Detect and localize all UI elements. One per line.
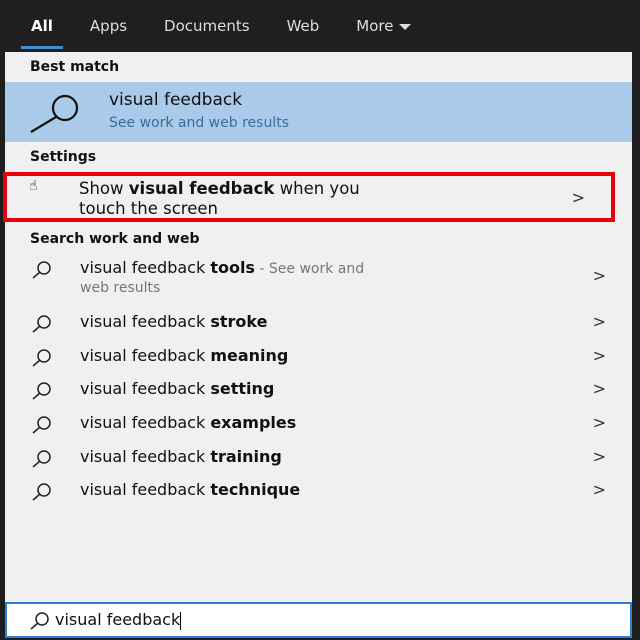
best-match-title: visual feedback (109, 90, 243, 110)
settings-header: Settings (30, 149, 97, 165)
search-icon (32, 450, 51, 468)
suggestion-label: visual feedback tools - See work and web … (80, 258, 365, 296)
results-panel: Best match visual feedback See work and … (3, 52, 632, 602)
best-match-header: Best match (30, 59, 120, 75)
filter-tabs: All Apps Documents Web More (5, 0, 640, 52)
search-icon (32, 382, 51, 400)
web-suggestion-item[interactable]: visual feedback stroke > (5, 306, 632, 340)
caret-down-icon (399, 23, 412, 30)
setting-item-touch-feedback[interactable]: ☝ Show visual feedback when you touch the… (3, 172, 615, 222)
search-input[interactable]: visual feedback (5, 602, 632, 638)
web-suggestion-item[interactable]: visual feedback examples > (5, 407, 632, 441)
search-icon (32, 261, 51, 279)
web-suggestion-item[interactable]: visual feedback technique > (5, 474, 632, 508)
tab-more[interactable]: More (356, 0, 412, 52)
chevron-right-icon: > (571, 188, 585, 207)
search-icon (32, 349, 51, 367)
web-suggestion-item[interactable]: visual feedback setting > (5, 373, 632, 407)
text-cursor (180, 611, 182, 630)
chevron-right-icon: > (592, 346, 606, 365)
suggestion-label: visual feedback stroke (80, 312, 268, 331)
suggestion-label: visual feedback training (80, 447, 282, 466)
search-icon (30, 612, 49, 630)
setting-label: Show visual feedback when you touch the s… (79, 179, 360, 218)
tab-apps[interactable]: Apps (90, 0, 127, 52)
suggestion-label: visual feedback setting (80, 379, 275, 398)
search-web-header: Search work and web (30, 231, 200, 247)
chevron-right-icon: > (592, 413, 606, 432)
chevron-right-icon: > (592, 480, 606, 499)
best-match-item[interactable]: visual feedback See work and web results (5, 82, 632, 142)
tab-documents[interactable]: Documents (164, 0, 250, 52)
touch-hand-icon: ☝ (29, 178, 38, 194)
tab-more-label: More (356, 17, 394, 35)
search-icon (32, 483, 51, 501)
search-icon (32, 416, 51, 434)
chevron-right-icon: > (592, 447, 606, 466)
web-suggestion-item[interactable]: visual feedback training > (5, 441, 632, 475)
web-suggestion-item[interactable]: visual feedback tools - See work and web … (5, 252, 632, 300)
tab-all[interactable]: All (21, 0, 63, 52)
chevron-right-icon: > (592, 379, 606, 398)
suggestion-label: visual feedback examples (80, 413, 297, 432)
search-value: visual feedback (55, 610, 181, 629)
search-icon (30, 94, 79, 133)
web-suggestion-item[interactable]: visual feedback meaning > (5, 340, 632, 374)
search-icon (32, 315, 51, 333)
suggestion-label: visual feedback technique (80, 480, 301, 499)
best-match-subtitle: See work and web results (109, 115, 289, 131)
tab-web[interactable]: Web (287, 0, 320, 52)
chevron-right-icon: > (592, 266, 606, 285)
suggestion-label: visual feedback meaning (80, 346, 289, 365)
chevron-right-icon: > (592, 312, 606, 331)
